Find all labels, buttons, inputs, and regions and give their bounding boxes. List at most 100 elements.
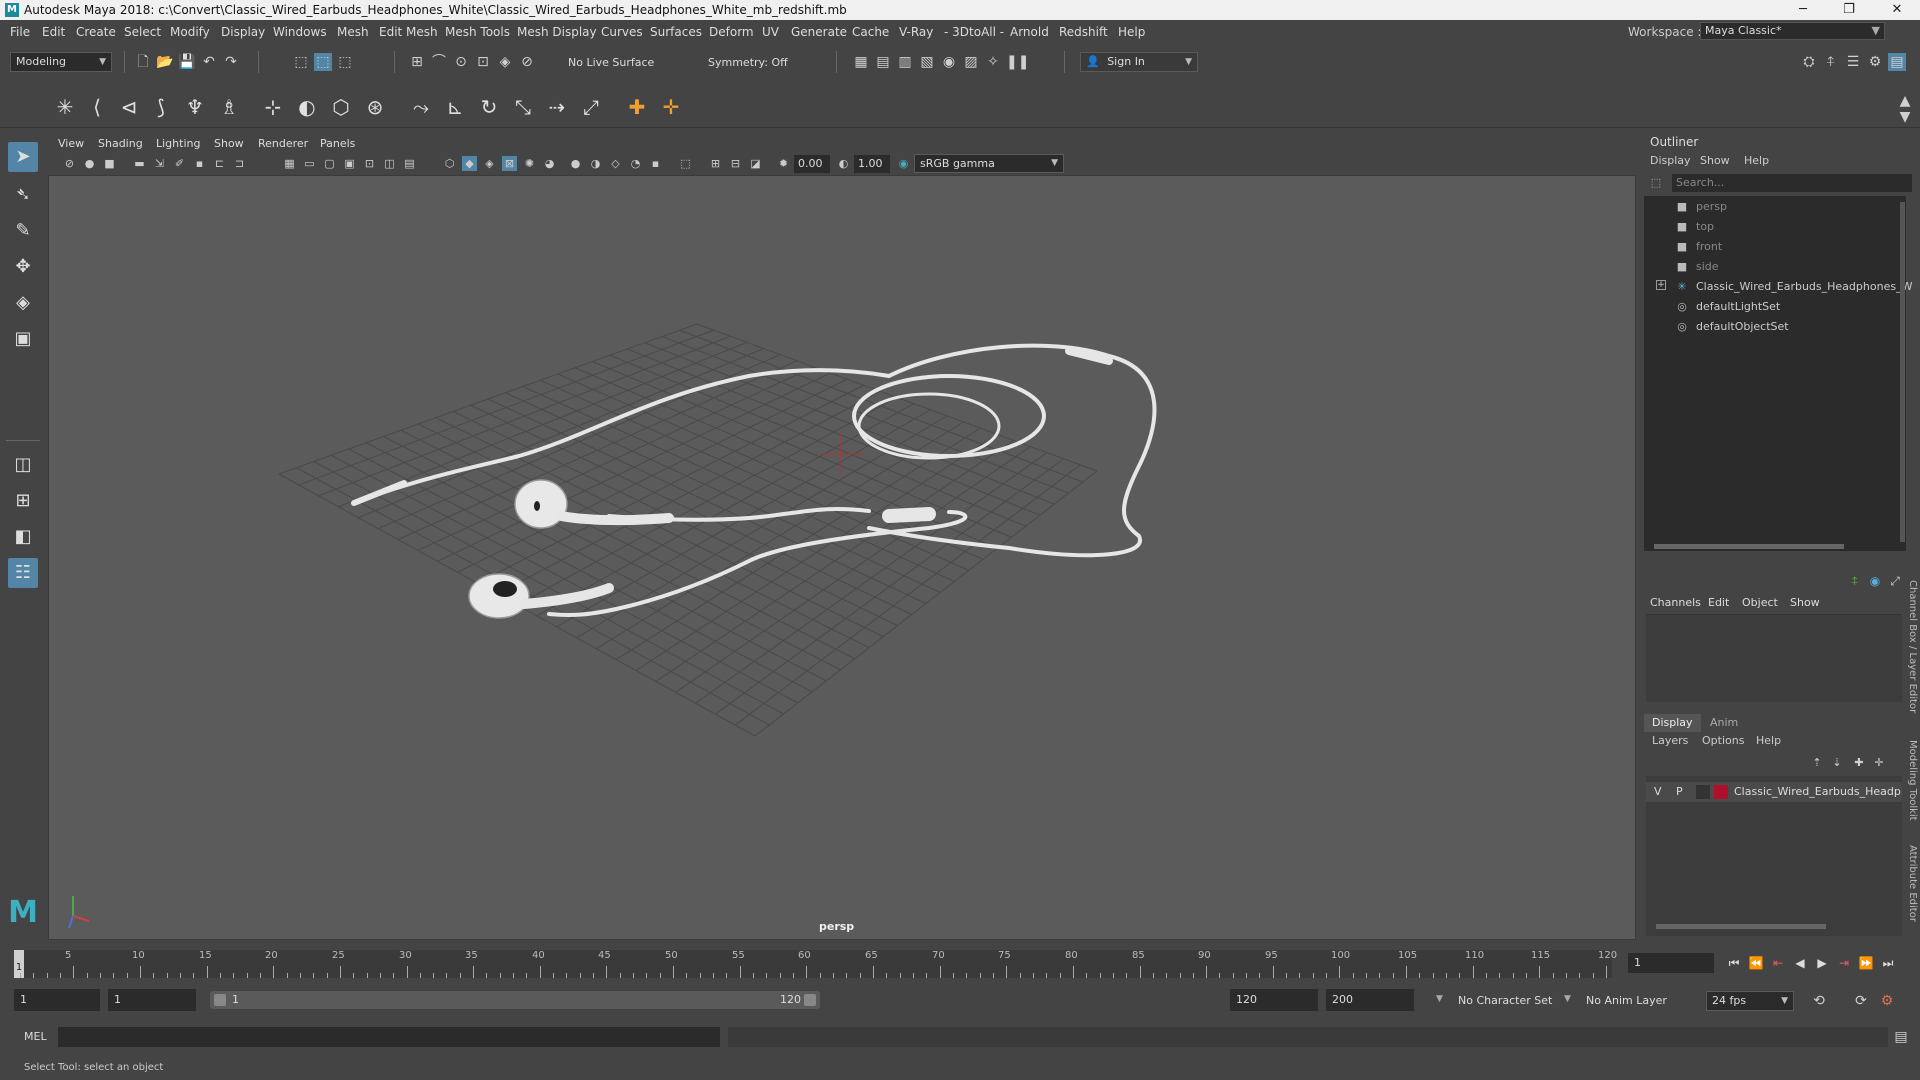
use-all-lights-icon[interactable]: ⊡ [362, 156, 377, 171]
menuset-dropdown[interactable]: Modeling ▼ [10, 52, 112, 72]
menu-3dtoall[interactable]: - 3DtoAll - [944, 25, 1004, 39]
color-management-icon[interactable]: ◉ [896, 156, 911, 171]
command-input[interactable] [58, 1027, 720, 1047]
menu-edit-mesh[interactable]: Edit Mesh [379, 25, 438, 39]
redo-icon[interactable]: ↷ [222, 53, 240, 71]
menu-mesh-display[interactable]: Mesh Display [517, 25, 597, 39]
rotate-tool-icon[interactable]: ◈ [8, 288, 38, 318]
maximize-button[interactable]: ❐ [1826, 0, 1872, 20]
hardware-fog-icon[interactable]: ◇ [608, 156, 623, 171]
tab-anim[interactable]: Anim [1702, 714, 1746, 732]
orient-constraint-icon[interactable]: ↻ [476, 94, 502, 120]
channel-menu-object[interactable]: Object [1742, 596, 1778, 609]
scale-constraint-icon[interactable]: ⤡ [510, 94, 536, 120]
expand-icon[interactable]: + [1656, 280, 1666, 290]
camera-attributes-icon[interactable]: ● [82, 156, 97, 171]
hypershade-icon[interactable]: ◉ [940, 53, 958, 71]
menu-surfaces[interactable]: Surfaces [650, 25, 702, 39]
character-set-dropdown[interactable]: No Character Set [1458, 994, 1552, 1007]
open-scene-icon[interactable]: 📂 [156, 53, 174, 71]
viewport-menu-renderer[interactable]: Renderer [258, 137, 308, 150]
gate-mask-icon[interactable]: ⊟ [728, 156, 743, 171]
layer-horizontal-scrollbar[interactable] [1656, 924, 1826, 929]
layer-playback-toggle[interactable]: P [1676, 785, 1683, 798]
channel-menu-channels[interactable]: Channels [1650, 596, 1701, 609]
channel-menu-show[interactable]: Show [1790, 596, 1820, 609]
new-layer-selected-icon[interactable]: ✛ [1870, 754, 1888, 772]
menu-help[interactable]: Help [1118, 25, 1145, 39]
outliner-horizontal-scrollbar[interactable] [1654, 544, 1844, 549]
menu-mesh[interactable]: Mesh [337, 25, 369, 39]
select-tool-icon[interactable]: ➤ [8, 142, 38, 172]
pause-viewport-icon[interactable]: ❚❚ [1006, 53, 1029, 71]
uv-editor-icon[interactable]: ⊞ [708, 156, 723, 171]
motion-blur-icon[interactable]: ● [568, 156, 583, 171]
xray-icon[interactable]: ◆ [462, 156, 477, 171]
step-forward-frame-icon[interactable]: ⏩ [1856, 954, 1876, 972]
range-end-handle[interactable] [804, 994, 816, 1006]
current-time-marker[interactable]: 1 [14, 950, 24, 978]
chevron-down-icon[interactable]: ▼ [1436, 994, 1443, 1004]
smooth-shade-icon[interactable]: ▭ [302, 156, 317, 171]
snap-live-icon[interactable]: ⊘ [518, 53, 536, 71]
chevron-down-icon[interactable]: ▼ [1564, 994, 1571, 1004]
snap-view-plane-icon[interactable]: ⊡ [474, 53, 492, 71]
animation-preferences-icon[interactable]: ⚙ [1878, 992, 1896, 1010]
undo-icon[interactable]: ↶ [200, 53, 218, 71]
antialiasing-icon[interactable]: ▪ [648, 156, 663, 171]
viewport-menu-view[interactable]: View [58, 137, 84, 150]
hud-icon[interactable]: ⬚ [678, 156, 693, 171]
list-item[interactable]: ■ side [1674, 258, 1719, 276]
channel-box-icon[interactable]: ⍏ [1846, 572, 1864, 590]
wrap-deformer-icon[interactable]: ⬡ [328, 94, 354, 120]
loop-icon[interactable]: ⟲ [1810, 992, 1828, 1010]
menu-edit[interactable]: Edit [42, 25, 65, 39]
menu-modify[interactable]: Modify [170, 25, 210, 39]
workspace-dropdown[interactable]: Maya Classic* ▼ [1700, 22, 1885, 40]
move-tool-icon[interactable]: ✥ [8, 252, 38, 282]
pole-vector-icon[interactable]: ⤢ [578, 94, 604, 120]
render-settings-icon[interactable]: ▧ [918, 53, 936, 71]
single-perspective-layout-icon[interactable]: ◫ [8, 450, 38, 480]
menu-arnold[interactable]: Arnold [1010, 25, 1049, 39]
filter-icon[interactable]: ⬚ [1648, 176, 1664, 190]
menu-windows[interactable]: Windows [273, 25, 327, 39]
tab-display[interactable]: Display [1644, 714, 1701, 732]
list-item[interactable]: ■ top [1674, 218, 1714, 236]
ik-handle-icon[interactable]: ⟨ [84, 94, 110, 120]
auto-key-icon[interactable]: ⟳ [1852, 992, 1870, 1010]
channel-box-icon[interactable]: ▤ [1888, 53, 1906, 71]
menu-generate[interactable]: Generate [791, 25, 847, 39]
pivot-locator-icon[interactable]: ✛ [658, 94, 684, 120]
attribute-editor-icon[interactable]: ☰ [1844, 53, 1862, 71]
layer-color-swatch[interactable] [1714, 785, 1728, 799]
mel-label[interactable]: MEL [24, 1030, 47, 1043]
xray-active-icon[interactable]: ⊠ [502, 156, 517, 171]
side-tab-modeling-toolkit[interactable]: Modeling Toolkit [1904, 740, 1918, 830]
minimize-button[interactable]: ─ [1780, 0, 1826, 20]
gamma-icon[interactable]: ◐ [836, 156, 851, 171]
tool-settings-icon[interactable]: ⤢ [1886, 572, 1904, 590]
menu-redshift[interactable]: Redshift [1059, 25, 1108, 39]
select-camera-icon[interactable]: ⊘ [62, 156, 77, 171]
anim-layer-dropdown[interactable]: No Anim Layer [1586, 994, 1667, 1007]
script-editor-icon[interactable]: ▤ [1892, 1028, 1910, 1046]
select-component-icon[interactable]: ⬚ [336, 53, 354, 71]
multisample-icon[interactable]: ◕ [542, 156, 557, 171]
film-gate-icon[interactable]: ⊏ [212, 156, 227, 171]
snap-point-icon[interactable]: ⊙ [452, 53, 470, 71]
list-item[interactable]: ■ front [1674, 238, 1722, 256]
scale-tool-icon[interactable]: ▣ [8, 324, 38, 354]
quick-rig-icon[interactable]: ♗ [216, 94, 242, 120]
image-plane-icon[interactable]: ▬ [132, 156, 147, 171]
menu-curves[interactable]: Curves [601, 25, 643, 39]
list-item[interactable]: ◎ defaultObjectSet [1674, 318, 1788, 336]
lasso-tool-icon[interactable]: ➴ [8, 180, 38, 210]
anim-start-field[interactable]: 1 [108, 989, 196, 1011]
play-backward-icon[interactable]: ◀ [1790, 954, 1810, 972]
anim-end-field[interactable]: 200 [1326, 989, 1414, 1011]
outliner-search-input[interactable]: Search... [1672, 174, 1912, 192]
paint-weights-icon[interactable]: ⊛ [362, 94, 388, 120]
viewport-menu-shading[interactable]: Shading [98, 137, 143, 150]
step-back-key-icon[interactable]: ⇤ [1768, 954, 1788, 972]
